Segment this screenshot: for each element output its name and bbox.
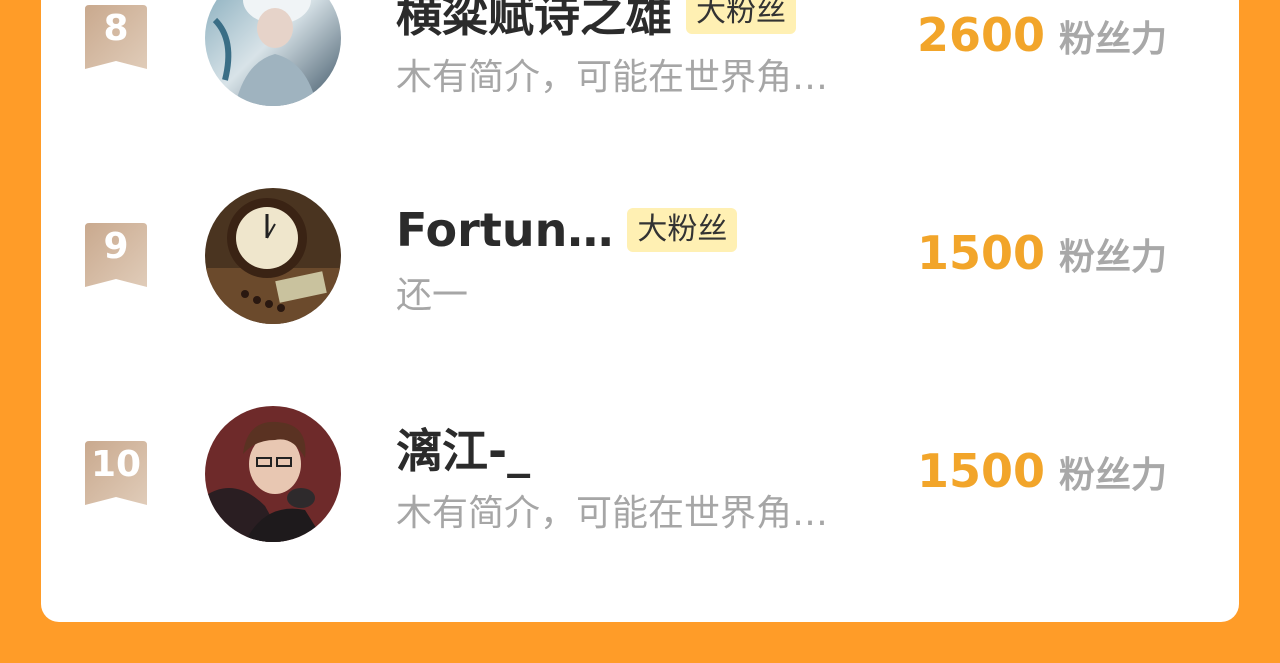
user-name[interactable]: Fortun…: [396, 203, 613, 257]
fan-level-tag: 大粉丝: [686, 0, 796, 34]
user-intro: 木有简介，可能在世界角…: [396, 493, 829, 534]
fan-score-value: 2600: [917, 8, 1046, 62]
fan-score-unit: 粉丝力: [1059, 237, 1168, 278]
fan-score: 2600 粉丝力: [917, 8, 1167, 64]
fan-score-unit: 粉丝力: [1059, 19, 1168, 60]
leaderboard-row-9[interactable]: 9 Fortun… 大粉丝 还一 1500 粉丝力: [41, 188, 1239, 388]
rank-number: 10: [90, 444, 142, 485]
fan-score: 1500 粉丝力: [917, 444, 1167, 500]
fan-leaderboard-card: 8 横粱赋诗之雄 大粉丝 木有简介，可能在世界角… 2600 粉丝力 9 For…: [41, 0, 1239, 622]
avatar[interactable]: [205, 188, 341, 324]
rank-badge: 9: [85, 223, 147, 287]
user-name[interactable]: 漓江-_: [396, 415, 530, 481]
avatar[interactable]: [205, 406, 341, 542]
user-intro: 木有简介，可能在世界角…: [396, 57, 829, 98]
fan-level-tag: 大粉丝: [627, 208, 738, 252]
rank-badge: 10: [85, 441, 147, 505]
user-name[interactable]: 横粱赋诗之雄: [396, 0, 672, 45]
name-line: 漓江-_: [396, 420, 530, 478]
fan-score-value: 1500: [917, 226, 1046, 280]
rank-number: 9: [103, 226, 129, 267]
rank-number: 8: [103, 8, 129, 49]
fan-score: 1500 粉丝力: [917, 226, 1167, 282]
fan-score-value: 1500: [917, 444, 1046, 498]
name-line: 横粱赋诗之雄 大粉丝: [396, 0, 796, 42]
leaderboard-row-10[interactable]: 10 漓江-_ 木有简介，可能在世界角… 1500 粉丝力: [41, 406, 1239, 606]
leaderboard-row-8[interactable]: 8 横粱赋诗之雄 大粉丝 木有简介，可能在世界角… 2600 粉丝力: [41, 0, 1239, 170]
name-line: Fortun… 大粉丝: [396, 202, 738, 258]
avatar[interactable]: [205, 0, 341, 106]
user-intro: 还一: [396, 275, 469, 316]
rank-badge: 8: [85, 5, 147, 69]
fan-score-unit: 粉丝力: [1059, 455, 1168, 496]
